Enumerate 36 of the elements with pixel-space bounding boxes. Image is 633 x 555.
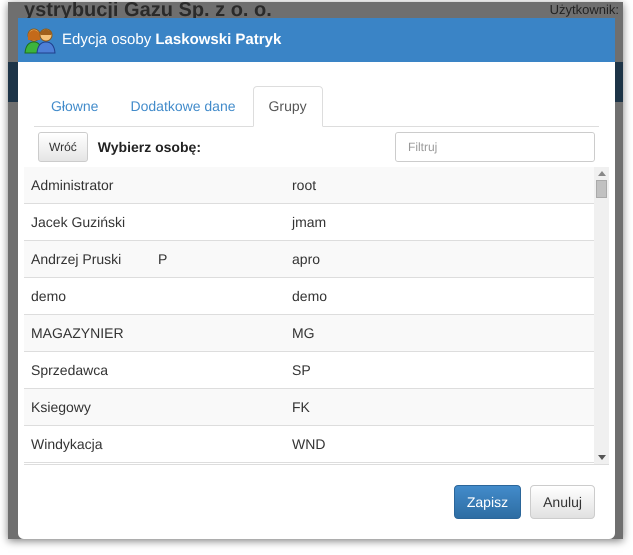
prompt-label: Wybierz osobę: (98, 138, 201, 157)
table-row[interactable]: Ksiegowy FK (24, 389, 594, 426)
scrollbar[interactable] (594, 167, 609, 464)
table-cell-text: MG (292, 324, 316, 342)
table-cell-text: Sprzedawca (30, 360, 110, 380)
table-cell-text: root (292, 176, 318, 194)
table-cell-text: apro (292, 250, 322, 269)
filter-field[interactable]: Filtruj (395, 132, 595, 162)
save-button[interactable]: Zapisz (454, 485, 522, 519)
tab[interactable]: Grupy (252, 86, 323, 127)
table-cell-text: MAGAZYNIER (30, 324, 125, 342)
table-cell-text: demo (30, 286, 68, 306)
user-label: Użytkownik: (550, 2, 619, 18)
table-cell-text: demo (292, 286, 328, 306)
scroll-down-icon[interactable] (598, 455, 606, 460)
scrollbar-thumb[interactable] (596, 180, 607, 198)
scroll-up-icon[interactable] (598, 171, 606, 176)
table-cell-text: jmam (292, 212, 328, 232)
table-cell-text: Jacek Guziński (30, 212, 126, 232)
table-cell-text: P (158, 250, 168, 268)
table-cell-text: WND (292, 434, 326, 454)
table-cell-text: FK (292, 398, 311, 416)
table-cell-text: SP (292, 360, 312, 380)
table-cell-text: Administrator (30, 176, 114, 194)
table-row[interactable]: Andrzej Pruski P apro (24, 241, 594, 278)
dialog-title: Edycja osoby Laskowski Patryk (62, 30, 282, 50)
table-cell-text: Andrzej Pruski (30, 250, 122, 269)
table-row[interactable]: Administrator root (24, 167, 594, 204)
back-button[interactable]: Wróć (38, 132, 88, 162)
tab[interactable]: Głowne (36, 86, 114, 126)
table-row[interactable]: MAGAZYNIER MG (24, 315, 594, 352)
cancel-button[interactable]: Anuluj (530, 485, 595, 519)
table-cell-text: Windykacja (30, 434, 104, 454)
table-cell-text: Ksiegowy (30, 398, 92, 417)
users-icon (24, 26, 56, 54)
tab[interactable]: Dodatkowe dane (115, 86, 251, 126)
